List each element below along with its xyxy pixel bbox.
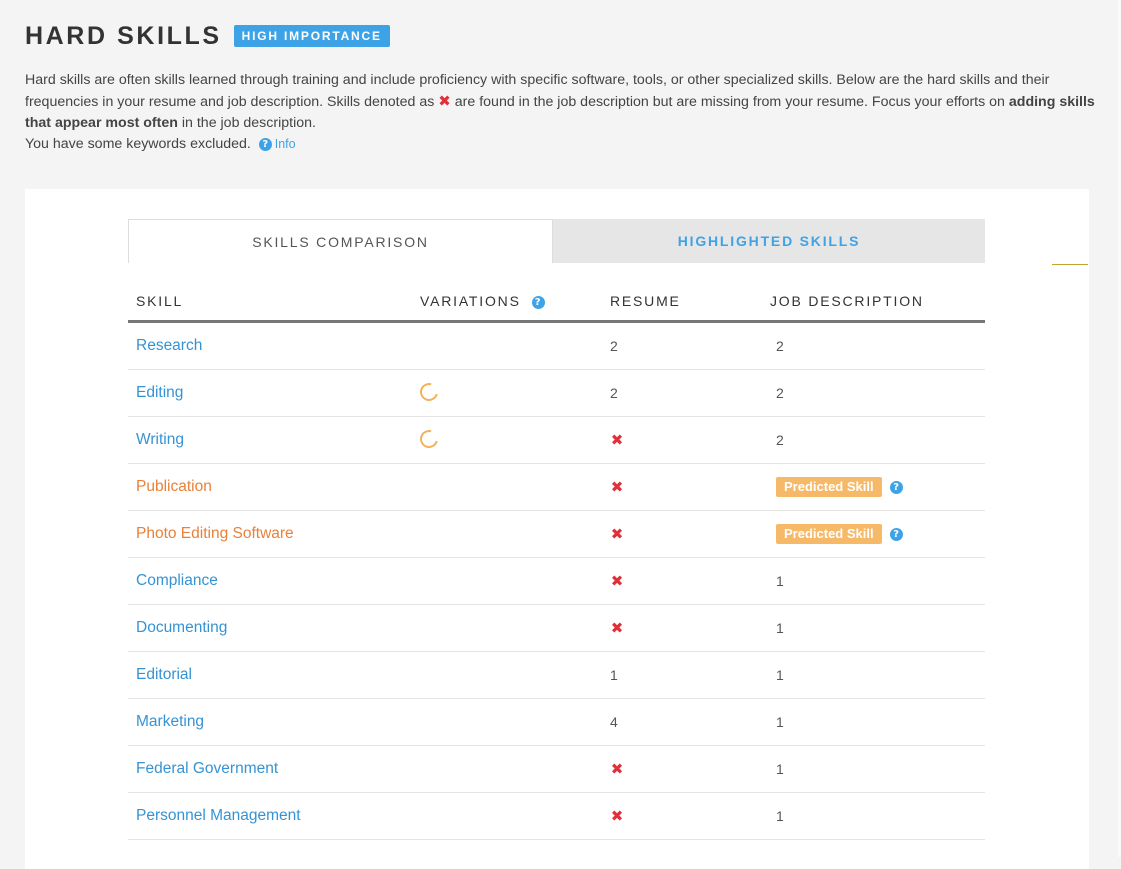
table-row: Personnel Management ✖ 1 — [128, 793, 985, 840]
variations-cell — [416, 426, 610, 451]
table-row: Photo Editing Software ✖ Predicted Skill? — [128, 511, 985, 558]
resume-cell: ✖ — [610, 431, 770, 449]
header-resume: RESUME — [610, 293, 681, 309]
job-description-count: 2 — [776, 432, 784, 448]
table-row: Publication ✖ Predicted Skill? — [128, 464, 985, 511]
table-row: Editorial 1 1 — [128, 652, 985, 699]
predicted-skill-badge: Predicted Skill — [776, 524, 882, 544]
variations-help-icon[interactable]: ? — [532, 296, 546, 309]
job-description-cell: Predicted Skill? — [770, 524, 970, 544]
skill-name-link[interactable]: Research — [136, 337, 428, 355]
page-title: HARD SKILLS — [25, 22, 222, 50]
section-header: HARD SKILLS HIGH IMPORTANCE — [25, 22, 390, 50]
skill-name-link[interactable]: Editing — [136, 384, 428, 402]
table-row: Editing 2 2 — [128, 370, 985, 417]
job-description-count: 1 — [776, 573, 784, 589]
table-row: Documenting ✖ 1 — [128, 605, 985, 652]
job-description-count: 1 — [776, 761, 784, 777]
importance-badge: HIGH IMPORTANCE — [233, 25, 390, 47]
missing-x-icon: ✖ — [610, 479, 624, 496]
tab-highlighted-skills[interactable]: HIGHLIGHTED SKILLS — [553, 219, 985, 263]
excluded-text: You have some keywords excluded. — [25, 136, 251, 152]
missing-x-icon: ✖ — [610, 620, 624, 637]
job-description-count: 1 — [776, 667, 784, 683]
header-variations: VARIATIONS ? — [420, 293, 610, 309]
resume-cell: ✖ — [610, 525, 770, 543]
skill-name-link[interactable]: Federal Government — [136, 760, 428, 778]
job-description-count: 2 — [776, 338, 784, 354]
tab-skills-comparison[interactable]: SKILLS COMPARISON — [128, 219, 553, 263]
resume-cell: ✖ — [610, 478, 770, 496]
table-row: Writing ✖ 2 — [128, 417, 985, 464]
variations-cell — [416, 379, 610, 404]
skill-name-link[interactable]: Publication — [136, 478, 428, 496]
job-description-count: 2 — [776, 385, 784, 401]
description-text-2: are found in the job description but are… — [450, 94, 1009, 110]
description-text-3: in the job description. — [177, 115, 316, 131]
resume-count: 4 — [610, 714, 618, 730]
table-row: Federal Government ✖ 1 — [128, 746, 985, 793]
resume-cell: ✖ — [610, 807, 770, 825]
question-icon[interactable]: ? — [258, 138, 272, 151]
resume-cell: ✖ — [610, 619, 770, 637]
predicted-help-icon[interactable]: ? — [889, 481, 903, 494]
header-job-description: JOB DESCRIPTION — [770, 293, 924, 309]
panel-accent-line — [1052, 264, 1088, 265]
missing-x-icon: ✖ — [610, 573, 624, 590]
missing-x-icon: ✖ — [610, 432, 624, 449]
table-body: Research 2 2 Editing 2 2 Writing ✖ 2 Publication ✖… — [128, 323, 985, 840]
missing-x-icon: ✖ — [610, 808, 624, 825]
skill-name-link[interactable]: Editorial — [136, 666, 428, 684]
table-row: Compliance ✖ 1 — [128, 558, 985, 605]
missing-x-icon: ✖ — [610, 761, 624, 778]
job-description-count: 1 — [776, 714, 784, 730]
excluded-line: You have some keywords excluded. ? Info — [25, 134, 1095, 155]
resume-cell: ✖ — [610, 572, 770, 590]
section-description: Hard skills are often skills learned thr… — [25, 70, 1095, 155]
skill-name-link[interactable]: Photo Editing Software — [136, 525, 428, 543]
predicted-skill-badge: Predicted Skill — [776, 477, 882, 497]
header-skill: SKILL — [136, 293, 184, 309]
table-header: SKILL VARIATIONS ? RESUME JOB DESCRIPTIO… — [128, 282, 985, 323]
skill-name-link[interactable]: Documenting — [136, 619, 428, 637]
header-variations-label: VARIATIONS — [420, 293, 521, 309]
skills-table: SKILL VARIATIONS ? RESUME JOB DESCRIPTIO… — [128, 282, 985, 840]
skill-name-link[interactable]: Writing — [136, 431, 428, 449]
skill-name-link[interactable]: Marketing — [136, 713, 428, 731]
skills-tabs: SKILLS COMPARISON HIGHLIGHTED SKILLS — [128, 219, 985, 263]
info-link[interactable]: Info — [275, 137, 296, 151]
job-description-cell: Predicted Skill? — [770, 477, 970, 497]
resume-count: 2 — [610, 338, 618, 354]
skill-name-link[interactable]: Personnel Management — [136, 807, 428, 825]
predicted-help-icon[interactable]: ? — [889, 528, 903, 541]
resume-cell: ✖ — [610, 760, 770, 778]
table-row: Research 2 2 — [128, 323, 985, 370]
table-row: Marketing 4 1 — [128, 699, 985, 746]
job-description-count: 1 — [776, 620, 784, 636]
resume-count: 1 — [610, 667, 618, 683]
description-paragraph: Hard skills are often skills learned thr… — [25, 70, 1095, 134]
resume-count: 2 — [610, 385, 618, 401]
job-description-count: 1 — [776, 808, 784, 824]
missing-x-icon: ✖ — [438, 93, 451, 110]
missing-x-icon: ✖ — [610, 526, 624, 543]
skill-name-link[interactable]: Compliance — [136, 572, 428, 590]
